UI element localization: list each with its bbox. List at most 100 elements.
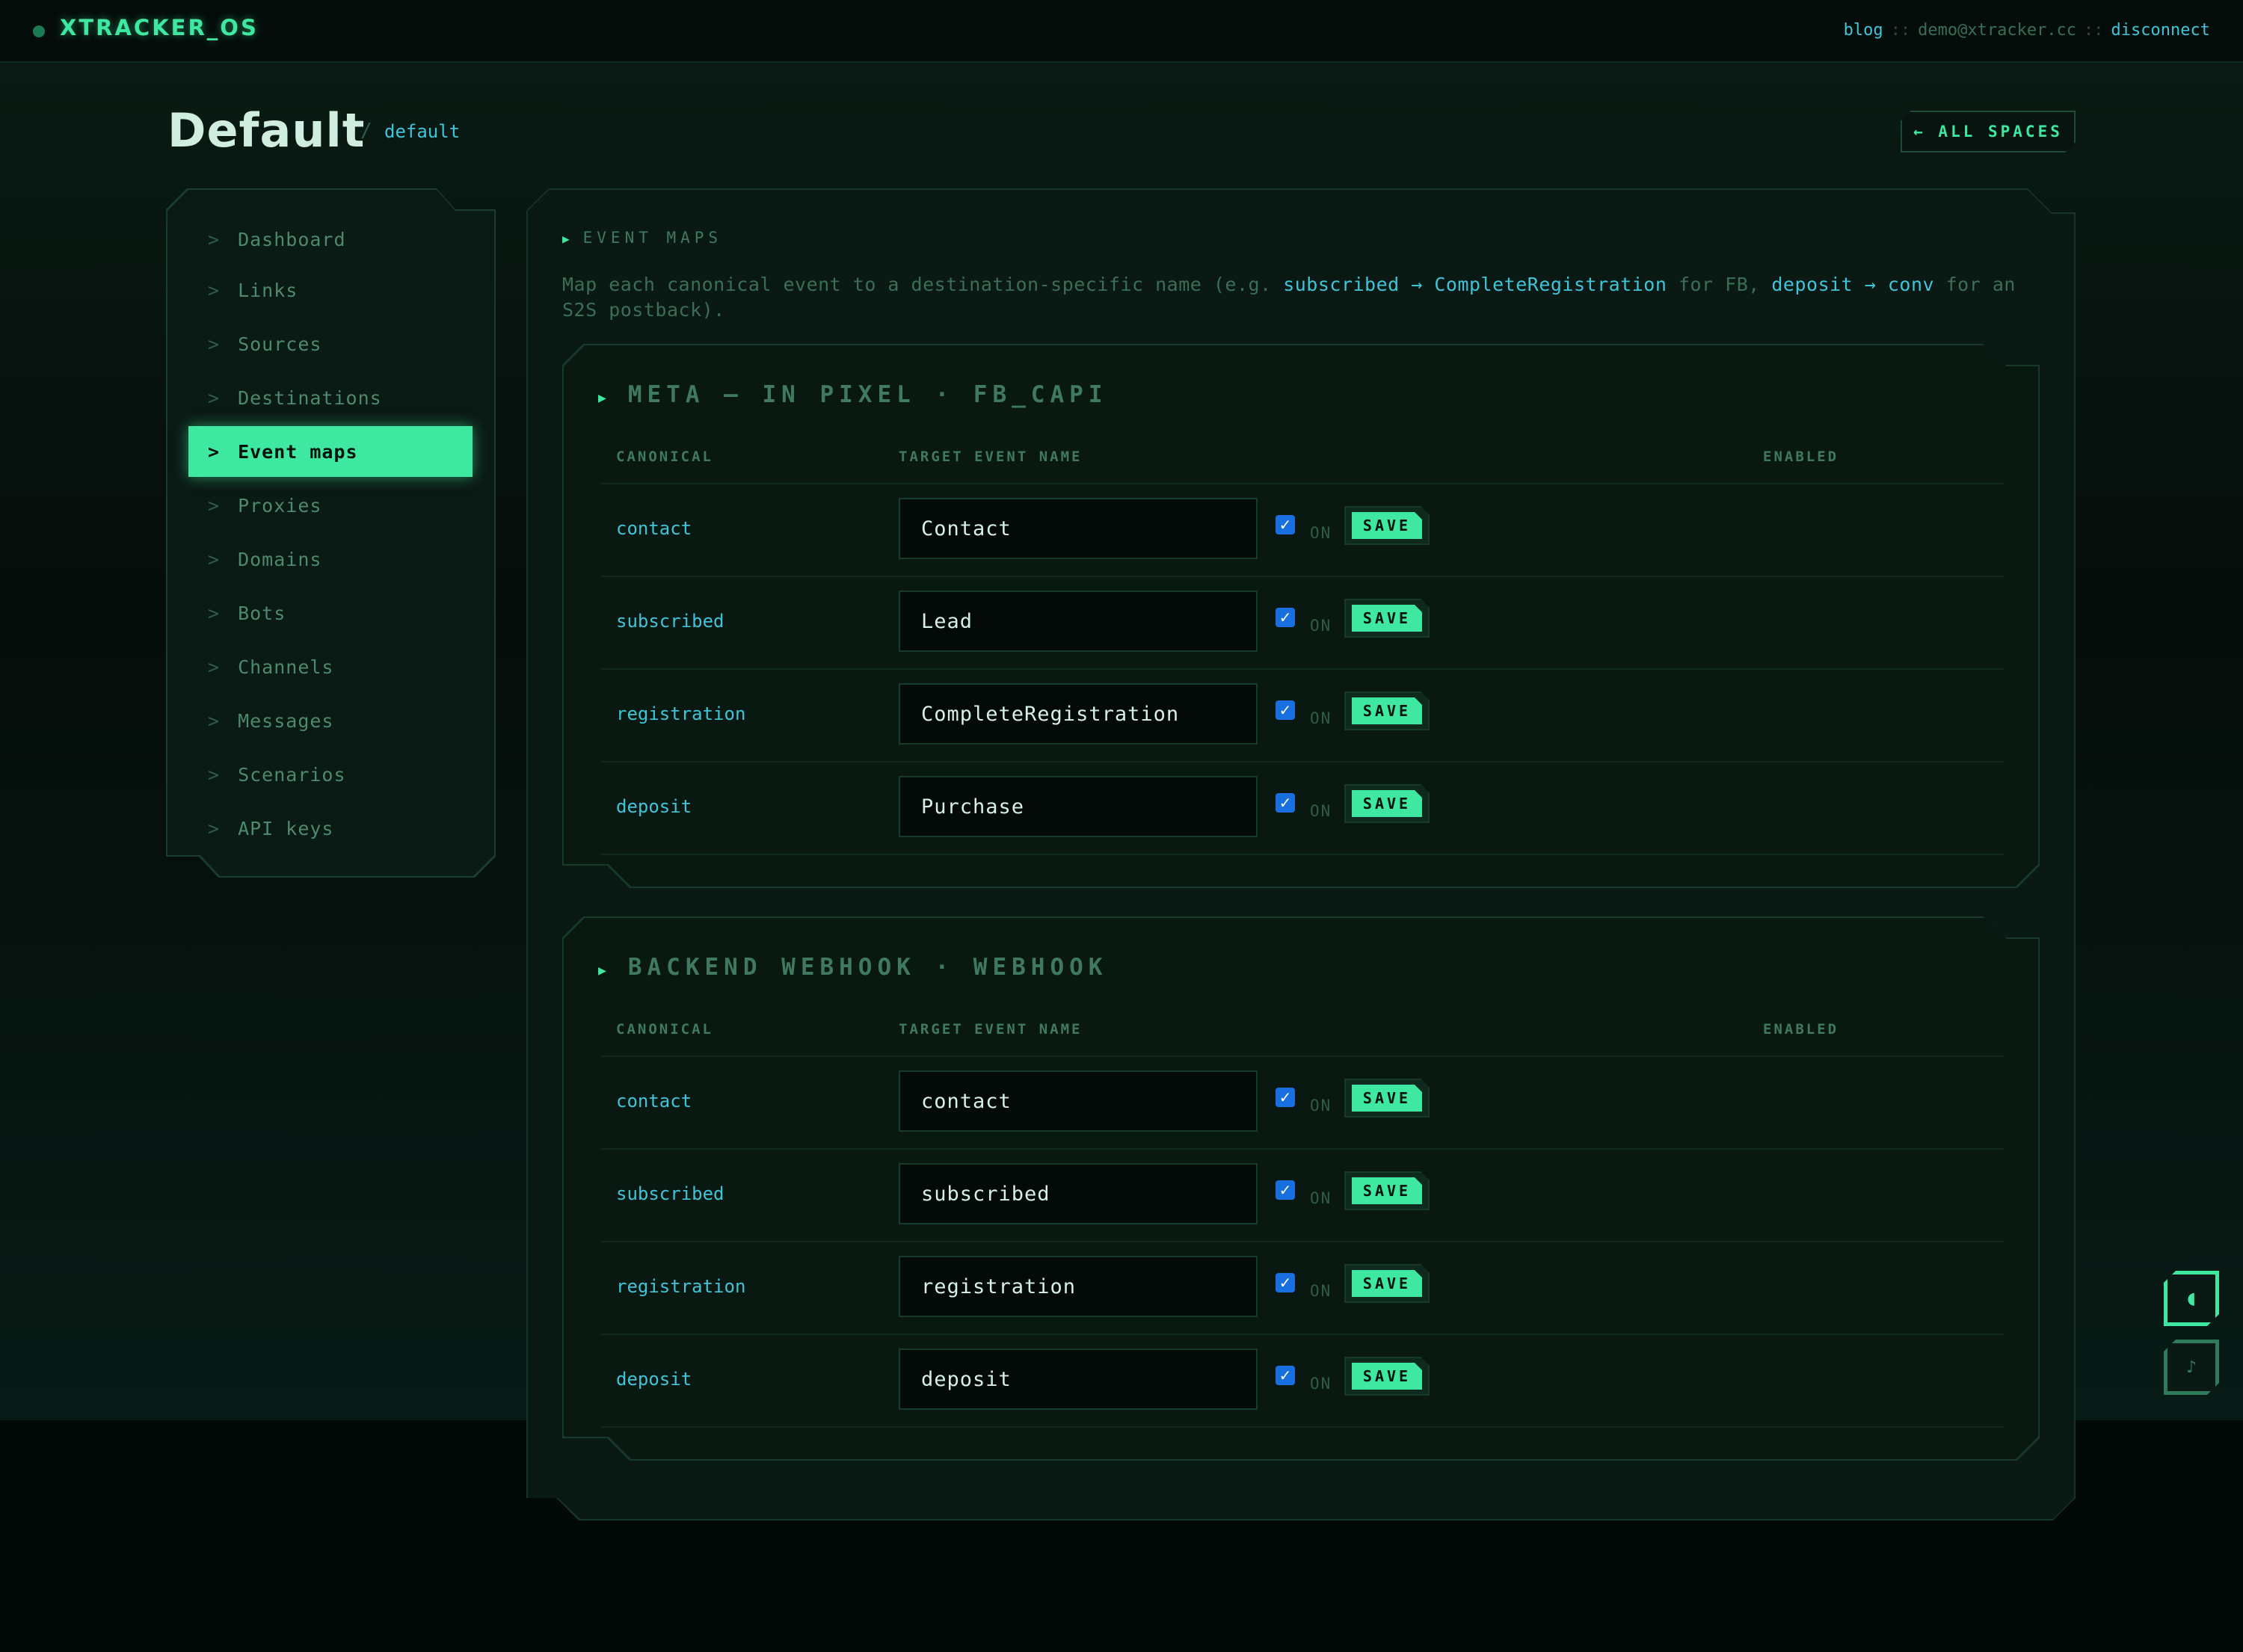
- enabled-on-label: ON: [1310, 524, 1332, 542]
- table-divider: [601, 1055, 2004, 1057]
- sidebar-item-channels[interactable]: > Channels: [188, 641, 473, 692]
- chevron-right-icon: >: [208, 709, 221, 732]
- enabled-on-label: ON: [1310, 617, 1332, 635]
- canonical-event-name: contact: [616, 1091, 692, 1112]
- destination-title: ▶ BACKEND WEBHOOK · WEBHOOK: [598, 954, 1107, 981]
- breadcrumb-separator: /: [360, 120, 372, 142]
- column-header-canonical: CANONICAL: [616, 449, 713, 465]
- sidebar-item-links[interactable]: > Links: [188, 265, 473, 315]
- enabled-checkbox[interactable]: ✓: [1276, 700, 1295, 720]
- sidebar-item-dashboard[interactable]: > Dashboard: [188, 214, 473, 265]
- target-event-input[interactable]: Lead: [899, 591, 1258, 652]
- description-text: for FB,: [1667, 274, 1772, 295]
- enabled-on-label: ON: [1310, 1282, 1332, 1300]
- half-moon-icon: ◖: [2187, 1289, 2196, 1308]
- destination-card: [564, 345, 2038, 887]
- blog-link[interactable]: blog: [1844, 21, 1883, 40]
- chevron-right-icon: >: [208, 333, 221, 355]
- table-row-divider: [601, 576, 2004, 577]
- save-button[interactable]: SAVE: [1352, 1363, 1422, 1390]
- target-event-input[interactable]: Purchase: [899, 776, 1258, 837]
- chevron-right-icon: >: [208, 817, 221, 839]
- chevron-right-icon: >: [208, 279, 221, 301]
- sidebar-item-domains[interactable]: > Domains: [188, 534, 473, 585]
- sidebar-item-api-keys[interactable]: > API keys: [188, 803, 473, 854]
- target-event-input[interactable]: subscribed: [899, 1163, 1258, 1224]
- section-description: Map each canonical event to a destinatio…: [562, 272, 2043, 323]
- canonical-event-name: registration: [616, 1276, 746, 1297]
- chevron-right-icon: >: [208, 602, 221, 624]
- chevron-right-icon: >: [208, 440, 221, 463]
- sidebar-item-label: Dashboard: [238, 228, 346, 250]
- sidebar-item-label: Messages: [238, 709, 334, 732]
- disconnect-link[interactable]: disconnect: [2111, 21, 2210, 40]
- canonical-event-name: registration: [616, 703, 746, 724]
- sidebar-item-messages[interactable]: > Messages: [188, 695, 473, 746]
- target-event-input[interactable]: contact: [899, 1070, 1258, 1132]
- save-button[interactable]: SAVE: [1352, 1270, 1422, 1297]
- sidebar-item-label: Destinations: [238, 386, 382, 409]
- sidebar-item-label: Bots: [238, 602, 286, 624]
- enabled-checkbox[interactable]: ✓: [1276, 1180, 1295, 1200]
- chevron-right-icon: >: [208, 228, 221, 250]
- sidebar-item-scenarios[interactable]: > Scenarios: [188, 749, 473, 800]
- enabled-on-label: ON: [1310, 802, 1332, 820]
- target-event-input[interactable]: Contact: [899, 498, 1258, 559]
- enabled-checkbox[interactable]: ✓: [1276, 1088, 1295, 1107]
- enabled-checkbox[interactable]: ✓: [1276, 793, 1295, 813]
- destination-title-label: BACKEND WEBHOOK · WEBHOOK: [627, 954, 1108, 981]
- theme-toggle-button[interactable]: ◖: [2164, 1271, 2219, 1326]
- sound-toggle-button[interactable]: ♪: [2164, 1340, 2219, 1395]
- description-example: deposit → conv: [1771, 274, 1935, 295]
- save-button[interactable]: SAVE: [1352, 605, 1422, 632]
- enabled-checkbox[interactable]: ✓: [1276, 515, 1295, 534]
- nav-separator: ::: [1890, 21, 1911, 40]
- top-bar: XTRACKER_OS blog:: demo@xtracker.cc:: disc…: [0, 0, 2243, 63]
- save-button[interactable]: SAVE: [1352, 1085, 1422, 1112]
- description-example: subscribed → CompleteRegistration: [1283, 274, 1667, 295]
- chevron-right-icon: >: [208, 548, 221, 570]
- sidebar-item-event-maps[interactable]: > Event maps: [188, 426, 473, 477]
- sidebar-item-destinations[interactable]: > Destinations: [188, 372, 473, 423]
- description-text: Map each canonical event to a destinatio…: [562, 274, 1284, 295]
- save-button[interactable]: SAVE: [1352, 1177, 1422, 1204]
- canonical-event-name: contact: [616, 518, 692, 539]
- sidebar-item-bots[interactable]: > Bots: [188, 588, 473, 638]
- triangle-icon: ▶: [598, 390, 612, 406]
- table-row-divider: [601, 761, 2004, 762]
- target-event-input[interactable]: CompleteRegistration: [899, 683, 1258, 745]
- column-header-target: TARGET EVENT NAME: [899, 449, 1083, 465]
- enabled-on-label: ON: [1310, 1375, 1332, 1393]
- destination-title-label: META — IN PIXEL · FB_CAPI: [627, 381, 1108, 408]
- enabled-checkbox[interactable]: ✓: [1276, 1366, 1295, 1385]
- canonical-event-name: subscribed: [616, 1183, 724, 1204]
- enabled-checkbox[interactable]: ✓: [1276, 608, 1295, 627]
- enabled-checkbox[interactable]: ✓: [1276, 1273, 1295, 1292]
- table-row-divider: [601, 668, 2004, 670]
- app-brand[interactable]: XTRACKER_OS: [60, 15, 259, 40]
- all-spaces-button[interactable]: ← ALL SPACES: [1901, 111, 2076, 152]
- enabled-on-label: ON: [1310, 1189, 1332, 1207]
- sidebar-item-proxies[interactable]: > Proxies: [188, 480, 473, 531]
- save-button[interactable]: SAVE: [1352, 790, 1422, 817]
- music-note-icon: ♪: [2185, 1357, 2197, 1377]
- column-header-target: TARGET EVENT NAME: [899, 1021, 1083, 1038]
- chevron-right-icon: >: [208, 656, 221, 678]
- sidebar-item-sources[interactable]: > Sources: [188, 318, 473, 369]
- sidebar-item-label: Sources: [238, 333, 322, 355]
- breadcrumb-slug[interactable]: default: [384, 121, 460, 142]
- destination-title: ▶ META — IN PIXEL · FB_CAPI: [598, 381, 1107, 408]
- target-event-input[interactable]: deposit: [899, 1349, 1258, 1410]
- top-nav: blog:: demo@xtracker.cc:: disconnect: [1844, 21, 2210, 40]
- table-row-divider: [601, 854, 2004, 855]
- nav-separator: ::: [2084, 21, 2104, 40]
- page-title: Default: [167, 103, 366, 158]
- save-button[interactable]: SAVE: [1352, 697, 1422, 724]
- sidebar-item-label: API keys: [238, 817, 334, 839]
- triangle-icon: ▶: [562, 232, 574, 246]
- canonical-event-name: deposit: [616, 796, 692, 817]
- table-divider: [601, 483, 2004, 484]
- save-button[interactable]: SAVE: [1352, 512, 1422, 539]
- target-event-input[interactable]: registration: [899, 1256, 1258, 1317]
- destination-card: [564, 918, 2038, 1459]
